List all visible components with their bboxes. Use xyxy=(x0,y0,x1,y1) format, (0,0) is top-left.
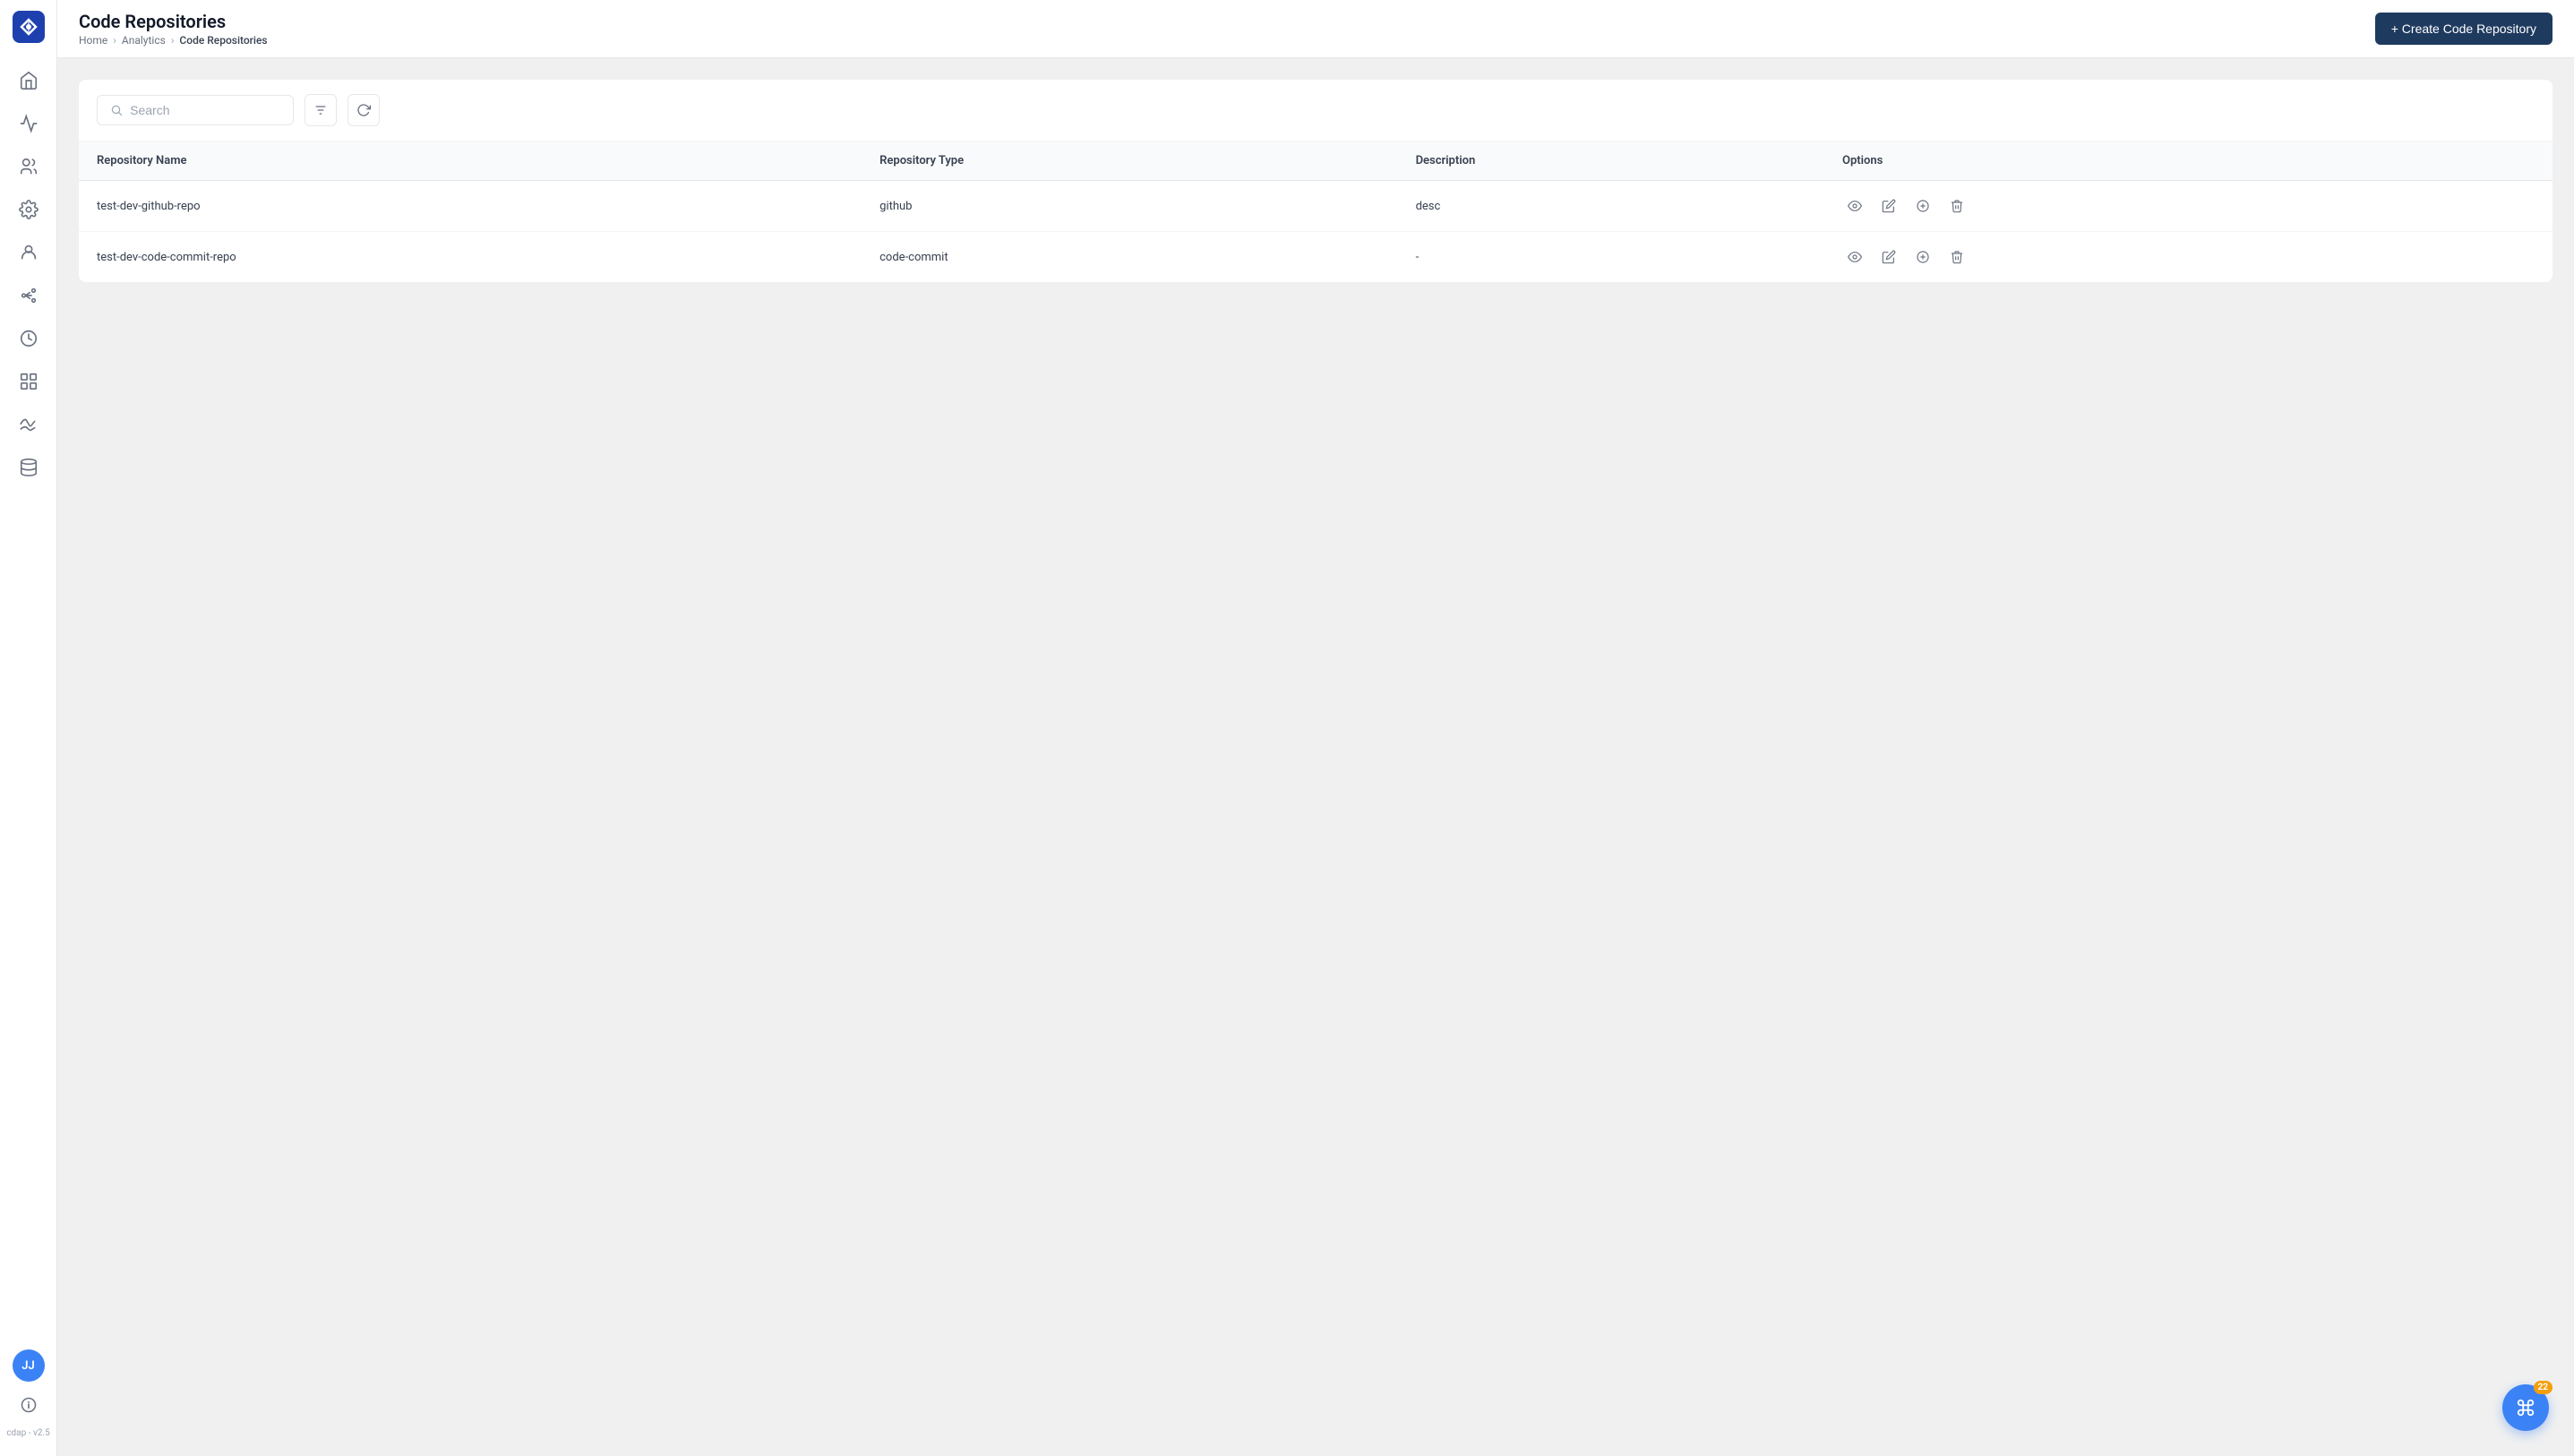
sidebar-item-home[interactable] xyxy=(9,61,48,100)
cell-description-1: - xyxy=(1398,232,1824,283)
clone-button-1[interactable] xyxy=(1910,244,1935,270)
delete-button-0[interactable] xyxy=(1944,193,1969,218)
sidebar-item-analytics[interactable] xyxy=(9,104,48,143)
create-repository-button[interactable]: + Create Code Repository xyxy=(2375,13,2553,45)
main-area: Code Repositories Home › Analytics › Cod… xyxy=(57,0,2574,1456)
table-toolbar xyxy=(79,80,2553,141)
sidebar-item-users[interactable] xyxy=(9,147,48,186)
view-button-1[interactable] xyxy=(1842,244,1867,270)
topbar: Code Repositories Home › Analytics › Cod… xyxy=(57,0,2574,58)
sidebar: JJ cdap - v2.5 xyxy=(0,0,57,1456)
breadcrumb-current: Code Repositories xyxy=(179,34,267,47)
breadcrumb-sep-2: › xyxy=(171,34,175,47)
clone-button-0[interactable] xyxy=(1910,193,1935,218)
fab-badge: 22 xyxy=(2534,1381,2553,1394)
delete-button-1[interactable] xyxy=(1944,244,1969,270)
sidebar-bottom: JJ cdap - v2.5 xyxy=(6,1349,49,1445)
cell-type-0: github xyxy=(862,181,1397,232)
sidebar-item-settings[interactable] xyxy=(9,190,48,229)
sidebar-item-history[interactable] xyxy=(9,319,48,358)
filter-icon xyxy=(313,103,328,117)
search-input[interactable] xyxy=(130,103,280,117)
table-header-row: Repository Name Repository Type Descript… xyxy=(79,141,2553,181)
refresh-button[interactable] xyxy=(347,94,380,126)
edit-button-0[interactable] xyxy=(1876,193,1901,218)
edit-button-1[interactable] xyxy=(1876,244,1901,270)
page-title: Code Repositories xyxy=(79,11,268,32)
fab-button[interactable]: 22 xyxy=(2502,1384,2549,1431)
repositories-table: Repository Name Repository Type Descript… xyxy=(79,141,2553,282)
sidebar-item-data[interactable] xyxy=(9,405,48,444)
command-icon xyxy=(2516,1398,2535,1417)
user-avatar[interactable]: JJ xyxy=(13,1349,45,1382)
col-header-name: Repository Name xyxy=(79,141,862,181)
sidebar-item-storage[interactable] xyxy=(9,448,48,487)
table-row: test-dev-github-repo github desc xyxy=(79,181,2553,232)
search-icon xyxy=(110,103,123,117)
app-version: cdap - v2.5 xyxy=(6,1428,49,1438)
sidebar-nav xyxy=(0,61,56,1349)
table-row: test-dev-code-commit-repo code-commit - xyxy=(79,232,2553,283)
filter-button[interactable] xyxy=(305,94,337,126)
app-logo[interactable] xyxy=(13,11,45,43)
cell-description-0: desc xyxy=(1398,181,1824,232)
col-header-options: Options xyxy=(1824,141,2553,181)
content-area: Repository Name Repository Type Descript… xyxy=(57,58,2574,1456)
search-box[interactable] xyxy=(97,95,294,125)
breadcrumb-home[interactable]: Home xyxy=(79,34,107,47)
sidebar-item-connections[interactable] xyxy=(9,276,48,315)
cell-name-0: test-dev-github-repo xyxy=(79,181,862,232)
breadcrumb-sep-1: › xyxy=(113,34,116,47)
cell-options-1 xyxy=(1824,232,2553,283)
sidebar-item-profile[interactable] xyxy=(9,233,48,272)
topbar-title-area: Code Repositories Home › Analytics › Cod… xyxy=(79,11,268,47)
cell-type-1: code-commit xyxy=(862,232,1397,283)
breadcrumb-analytics[interactable]: Analytics xyxy=(122,34,166,47)
sidebar-item-reports[interactable] xyxy=(9,362,48,401)
view-button-0[interactable] xyxy=(1842,193,1867,218)
info-icon[interactable] xyxy=(13,1389,45,1421)
breadcrumb: Home › Analytics › Code Repositories xyxy=(79,34,268,47)
col-header-description: Description xyxy=(1398,141,1824,181)
refresh-icon xyxy=(356,103,371,117)
repositories-card: Repository Name Repository Type Descript… xyxy=(79,80,2553,282)
col-header-type: Repository Type xyxy=(862,141,1397,181)
cell-name-1: test-dev-code-commit-repo xyxy=(79,232,862,283)
cell-options-0 xyxy=(1824,181,2553,232)
